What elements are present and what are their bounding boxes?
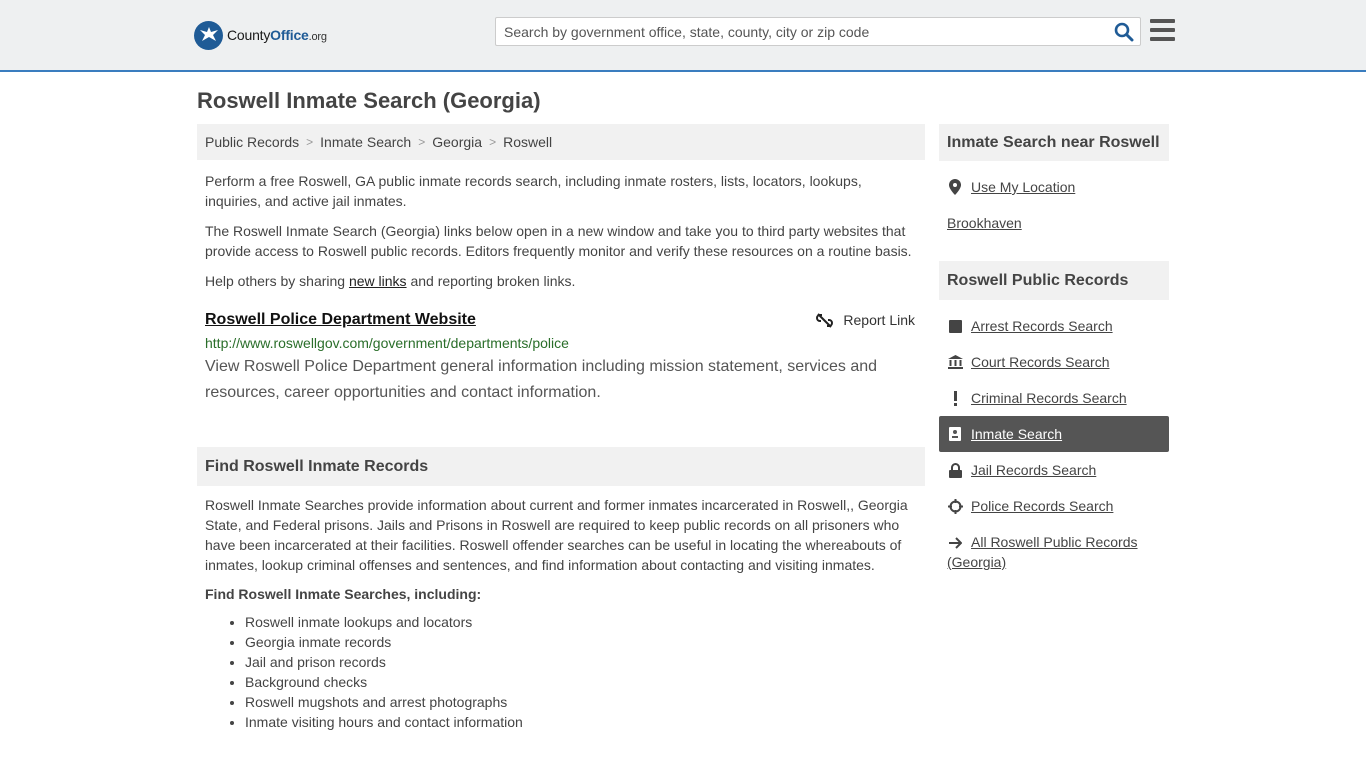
sidebar-records-heading: Roswell Public Records bbox=[939, 261, 1169, 300]
resource-description: View Roswell Police Department general i… bbox=[205, 358, 878, 401]
main-content: Public Records > Inmate Search > Georgia… bbox=[197, 124, 925, 732]
breadcrumb-public-records[interactable]: Public Records bbox=[205, 134, 299, 150]
arrow-right-icon bbox=[947, 535, 963, 551]
search-types-list: Roswell inmate lookups and locators Geor… bbox=[197, 612, 925, 732]
broken-link-icon bbox=[816, 312, 834, 328]
logo-seal-icon bbox=[194, 20, 223, 50]
page-title: Roswell Inmate Search (Georgia) bbox=[197, 88, 541, 113]
chevron-right-icon: > bbox=[306, 135, 314, 149]
sidebar-item-arrest-records[interactable]: Arrest Records Search bbox=[939, 308, 1169, 344]
courthouse-icon bbox=[947, 354, 963, 370]
chevron-right-icon: > bbox=[489, 135, 497, 149]
badge-icon bbox=[947, 426, 963, 442]
intro-paragraph: The Roswell Inmate Search (Georgia) link… bbox=[205, 223, 912, 259]
chevron-right-icon: > bbox=[418, 135, 426, 149]
list-item: Roswell inmate lookups and locators bbox=[245, 612, 925, 632]
search-box bbox=[495, 17, 1141, 46]
map-marker-icon bbox=[947, 179, 963, 195]
sidebar-item-court-records[interactable]: Court Records Search bbox=[939, 344, 1169, 380]
share-paragraph: Help others by sharing new links and rep… bbox=[205, 273, 576, 289]
sidebar-item-inmate-search[interactable]: Inmate Search bbox=[939, 416, 1169, 452]
new-links-link[interactable]: new links bbox=[349, 273, 407, 289]
search-input[interactable] bbox=[496, 18, 1106, 45]
breadcrumb-roswell[interactable]: Roswell bbox=[503, 134, 552, 150]
list-item: Roswell mugshots and arrest photographs bbox=[245, 692, 925, 712]
sidebar-near-heading: Inmate Search near Roswell bbox=[939, 124, 1169, 161]
search-icon[interactable] bbox=[1114, 22, 1134, 42]
sidebar: Inmate Search near Roswell Use My Locati… bbox=[939, 124, 1169, 572]
site-logo[interactable]: CountyOffice.org bbox=[194, 20, 327, 50]
section-heading: Find Roswell Inmate Records bbox=[197, 447, 925, 486]
sidebar-nearby-brookhaven[interactable]: Brookhaven bbox=[939, 205, 1169, 241]
intro: Perform a free Roswell, GA public inmate… bbox=[197, 171, 925, 291]
breadcrumb: Public Records > Inmate Search > Georgia… bbox=[197, 124, 925, 160]
report-link-button[interactable]: Report Link bbox=[816, 310, 915, 330]
list-item: Georgia inmate records bbox=[245, 632, 925, 652]
section-subheading: Find Roswell Inmate Searches, including: bbox=[205, 586, 482, 602]
resource-url: http://www.roswellgov.com/government/dep… bbox=[205, 335, 569, 351]
section-body: Roswell Inmate Searches provide informat… bbox=[197, 495, 925, 732]
lock-icon bbox=[947, 462, 963, 478]
top-bar: CountyOffice.org bbox=[0, 0, 1366, 72]
exclamation-icon bbox=[947, 390, 963, 406]
sidebar-item-criminal-records[interactable]: Criminal Records Search bbox=[939, 380, 1169, 416]
sidebar-item-all-records[interactable]: All Roswell Public Records (Georgia) bbox=[939, 524, 1169, 572]
sidebar-item-police-records[interactable]: Police Records Search bbox=[939, 488, 1169, 524]
resource-title-link[interactable]: Roswell Police Department Website bbox=[205, 310, 476, 330]
crosshair-icon bbox=[947, 498, 963, 514]
list-item: Background checks bbox=[245, 672, 925, 692]
intro-paragraph: Perform a free Roswell, GA public inmate… bbox=[205, 173, 862, 209]
menu-icon[interactable] bbox=[1150, 19, 1175, 41]
sidebar-item-jail-records[interactable]: Jail Records Search bbox=[939, 452, 1169, 488]
sidebar-use-location[interactable]: Use My Location bbox=[939, 169, 1169, 205]
resource-link: Roswell Police Department Website Report… bbox=[197, 310, 925, 406]
list-item: Inmate visiting hours and contact inform… bbox=[245, 712, 925, 732]
section-paragraph: Roswell Inmate Searches provide informat… bbox=[205, 497, 908, 573]
logo-text: CountyOffice.org bbox=[227, 27, 327, 43]
breadcrumb-georgia[interactable]: Georgia bbox=[432, 134, 482, 150]
breadcrumb-inmate-search[interactable]: Inmate Search bbox=[320, 134, 411, 150]
list-item: Jail and prison records bbox=[245, 652, 925, 672]
square-icon bbox=[947, 318, 963, 334]
